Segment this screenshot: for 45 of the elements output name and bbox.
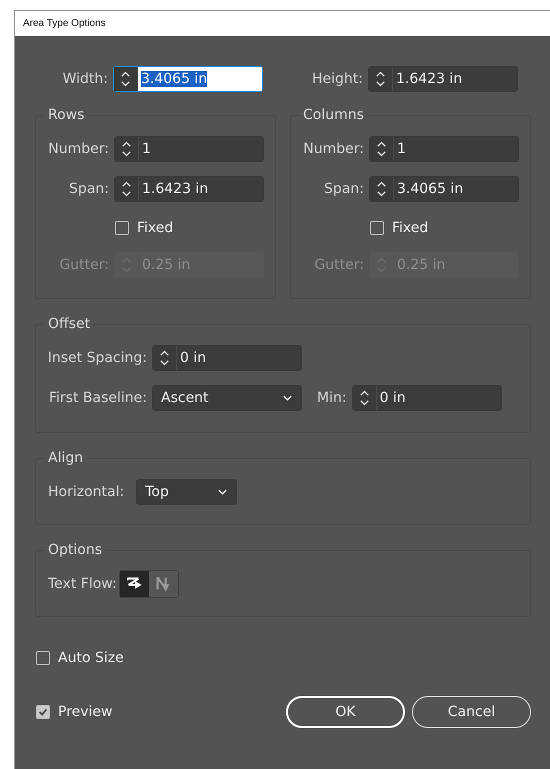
checkbox-label[interactable]: Preview <box>58 704 112 720</box>
field-label: Min: <box>317 390 347 406</box>
dropdown[interactable]: Ascent <box>152 385 302 411</box>
chevron-down-icon <box>217 488 228 496</box>
group-title: Options <box>47 542 104 558</box>
rows-flow-button[interactable] <box>120 571 149 597</box>
group-title: Align <box>47 450 84 466</box>
number-field[interactable]: 1 <box>369 136 519 162</box>
field-label: First Baseline: <box>48 390 147 406</box>
field-label: Span: <box>323 181 364 197</box>
field-label: Inset Spacing: <box>46 350 147 366</box>
number-field[interactable]: 0 in <box>352 385 502 411</box>
chevron-down-icon <box>282 394 293 402</box>
window-title: Area Type Options <box>23 18 106 29</box>
checkbox-label[interactable]: Auto Size <box>58 650 124 666</box>
field-label: Number: <box>47 141 109 157</box>
checkbox[interactable] <box>36 651 50 665</box>
field-label: Gutter: <box>58 257 109 273</box>
checkbox-label[interactable]: Fixed <box>392 220 428 236</box>
number-field[interactable]: 1.6423 in <box>114 176 264 202</box>
field-label: Gutter: <box>313 257 364 273</box>
dropdown[interactable]: Top <box>136 479 238 505</box>
field-label: Span: <box>68 181 109 197</box>
checkbox[interactable] <box>115 221 129 235</box>
zigzag-arrow-icon <box>154 575 172 593</box>
group-title: Rows <box>47 107 86 123</box>
field-label: Text Flow: <box>48 576 117 592</box>
field-label: Width: <box>62 71 108 87</box>
field-label: Height: <box>311 71 363 87</box>
group-title: Offset <box>47 316 92 332</box>
number-field[interactable]: 3.4065 in <box>113 66 263 92</box>
ok-button[interactable]: OK <box>286 696 405 728</box>
number-field[interactable]: 0 in <box>152 345 302 371</box>
field-label: Number: <box>302 141 364 157</box>
number-field[interactable]: 1 <box>114 136 264 162</box>
number-field[interactable]: 3.4065 in <box>369 176 519 202</box>
checkbox[interactable] <box>36 705 50 719</box>
checkmark-icon <box>37 706 49 718</box>
group-title: Columns <box>302 107 365 123</box>
checkbox[interactable] <box>370 221 384 235</box>
field-label: Horizontal: <box>48 484 124 500</box>
checkbox-label[interactable]: Fixed <box>137 220 174 236</box>
number-field[interactable]: 1.6423 in <box>368 66 518 92</box>
stepper-icon[interactable] <box>114 67 138 91</box>
cancel-button[interactable]: Cancel <box>412 696 531 728</box>
